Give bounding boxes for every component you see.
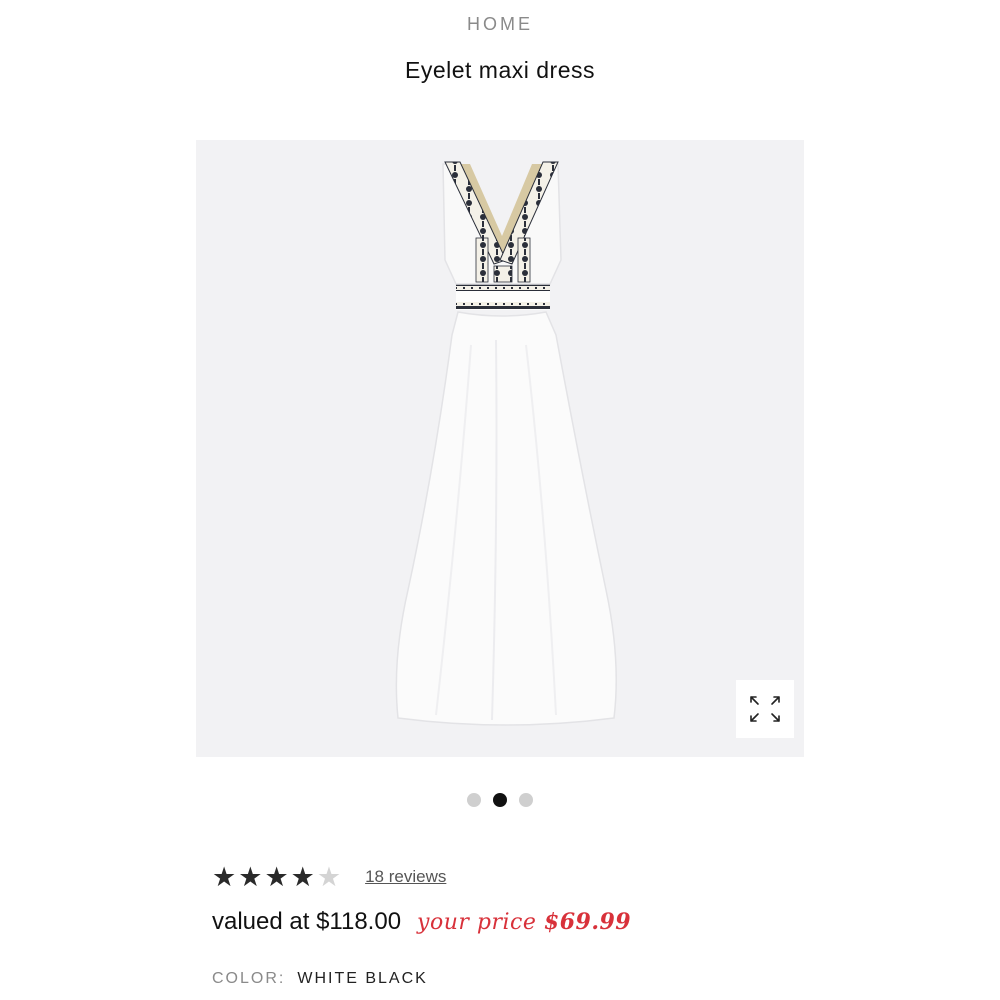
price-row: valued at $118.00 your price $69.99: [212, 908, 631, 936]
product-page: HOME Eyelet maxi dress ★ ★ ★ ★ ★ 18 revi…: [0, 0, 1000, 1000]
reviews-link[interactable]: 18 reviews: [365, 867, 446, 887]
your-price: your price $69.99: [417, 909, 631, 935]
color-value: WHITE BLACK: [297, 970, 428, 987]
valued-price: valued at $118.00: [212, 908, 402, 935]
product-title: Eyelet maxi dress: [404, 57, 595, 83]
carousel-dot-3[interactable]: [519, 793, 533, 807]
breadcrumb-home[interactable]: HOME: [0, 14, 1000, 35]
color-row: COLOR: WHITE BLACK: [212, 970, 428, 988]
star-filled-icon: ★: [264, 862, 289, 892]
your-price-label: your price: [417, 910, 537, 935]
color-label: COLOR:: [212, 970, 286, 987]
your-price-amount: $69.99: [543, 909, 632, 935]
carousel-dot-2[interactable]: [493, 793, 507, 807]
star-filled-icon: ★: [238, 862, 263, 892]
star-filled-icon: ★: [290, 862, 315, 892]
product-image-frame[interactable]: [196, 140, 804, 757]
carousel-dot-1[interactable]: [467, 793, 481, 807]
expand-arrows-icon: [750, 696, 780, 722]
carousel-dots: [0, 793, 1000, 807]
star-rating: ★ ★ ★ ★ ★: [212, 862, 341, 892]
star-filled-icon: ★: [212, 862, 237, 892]
zoom-button[interactable]: [736, 680, 794, 738]
star-empty-icon: ★: [316, 862, 342, 892]
product-image: [395, 161, 617, 726]
rating-row: ★ ★ ★ ★ ★ 18 reviews: [212, 862, 446, 892]
